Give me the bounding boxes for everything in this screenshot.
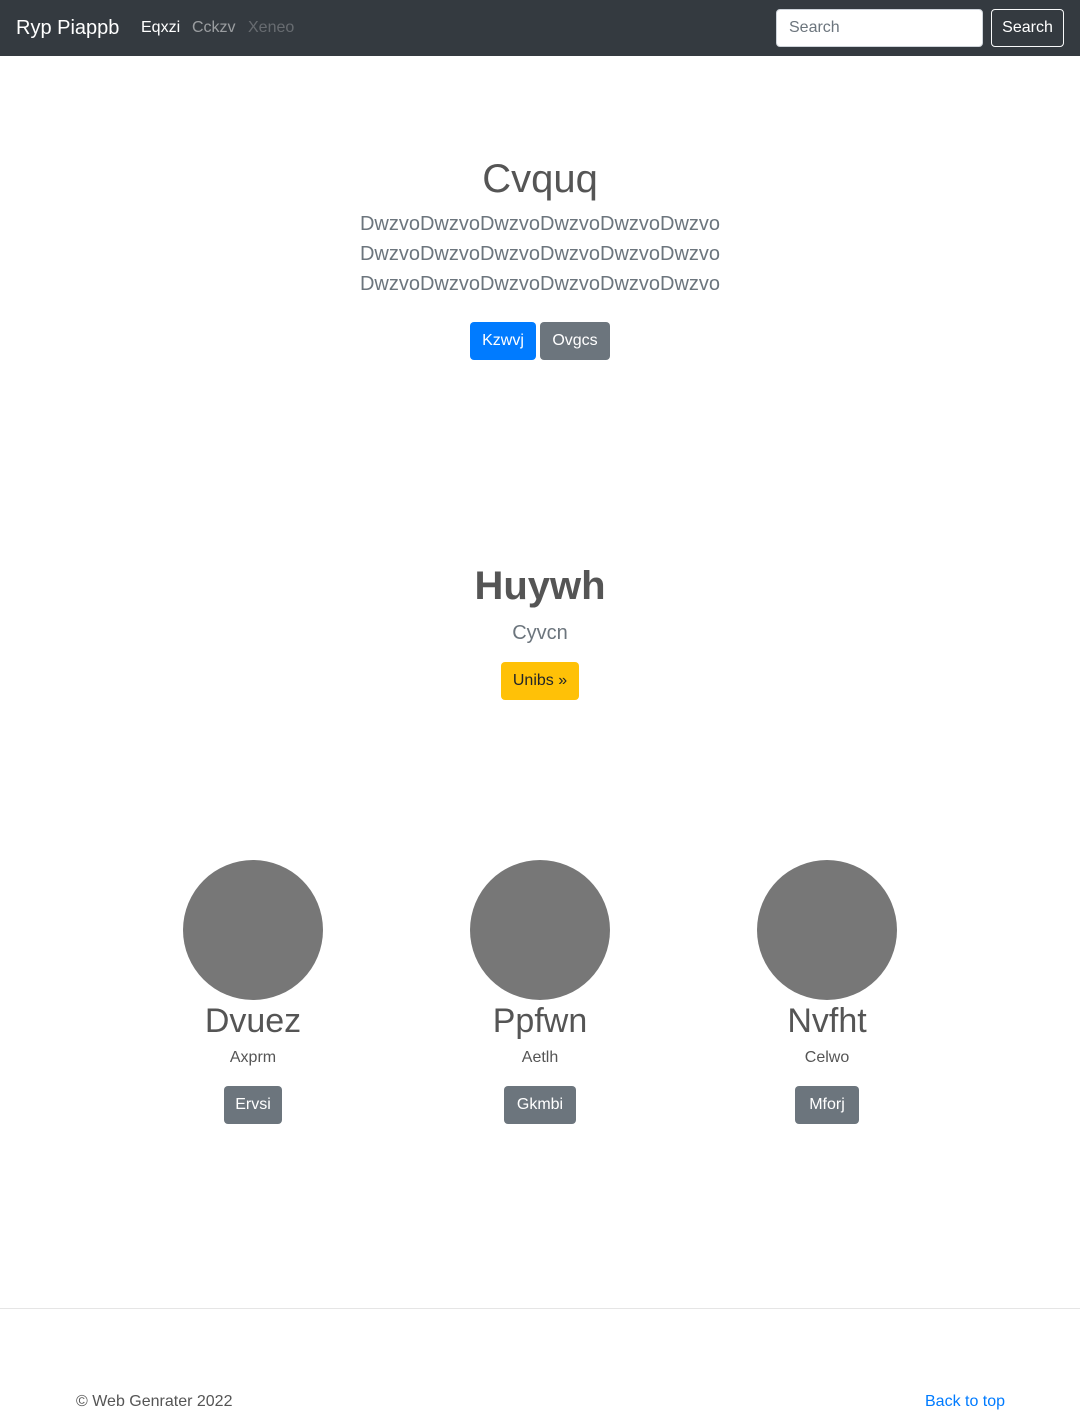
hero-secondary-button[interactable]: Ovgcs <box>540 322 610 360</box>
avatar-placeholder <box>757 860 897 1000</box>
hero-lead-line-2: DwzvoDwzvoDwzvoDwzvoDwzvoDwzvo <box>359 243 721 265</box>
hero-lead-line-3: DwzvoDwzvoDwzvoDwzvoDwzvoDwzvo <box>359 273 721 295</box>
person-role: Celwo <box>804 1049 850 1066</box>
person-role: Axprm <box>229 1049 277 1066</box>
person-name: Dvuez <box>204 1002 302 1040</box>
person-button[interactable]: Ervsi <box>224 1086 282 1124</box>
search-button[interactable]: Search <box>991 9 1064 47</box>
feature-title: Huywh <box>474 564 606 608</box>
nav-link-eqxzi[interactable]: Eqxzi <box>141 17 180 39</box>
hero-primary-button[interactable]: Kzwvj <box>470 322 536 360</box>
back-to-top-link[interactable]: Back to top <box>925 1391 1005 1413</box>
footer-copyright: © Web Genrater 2022 <box>76 1393 233 1410</box>
person-button[interactable]: Mforj <box>795 1086 859 1124</box>
person-role: Aetlh <box>521 1049 559 1066</box>
feature-subtitle: Cyvcn <box>512 622 568 644</box>
hero-title: Cvquq <box>482 157 598 201</box>
top-navbar: Ryp Piappb Eqxzi Cckzv Xeneo Search <box>0 0 1080 56</box>
nav-link-cckzv[interactable]: Cckzv <box>192 17 236 39</box>
avatar-placeholder <box>470 860 610 1000</box>
brand-link[interactable]: Ryp Piappb <box>16 14 119 42</box>
person-button[interactable]: Gkmbi <box>504 1086 576 1124</box>
footer-divider <box>0 1308 1080 1309</box>
avatar-placeholder <box>183 860 323 1000</box>
person-name: Nvfht <box>787 1002 867 1040</box>
person-name: Ppfwn <box>492 1002 588 1040</box>
nav-link-xeneo-disabled: Xeneo <box>248 19 295 36</box>
hero-lead-line-1: DwzvoDwzvoDwzvoDwzvoDwzvoDwzvo <box>359 213 721 235</box>
feature-action-button[interactable]: Unibs » <box>501 662 579 700</box>
search-input[interactable] <box>776 9 983 47</box>
